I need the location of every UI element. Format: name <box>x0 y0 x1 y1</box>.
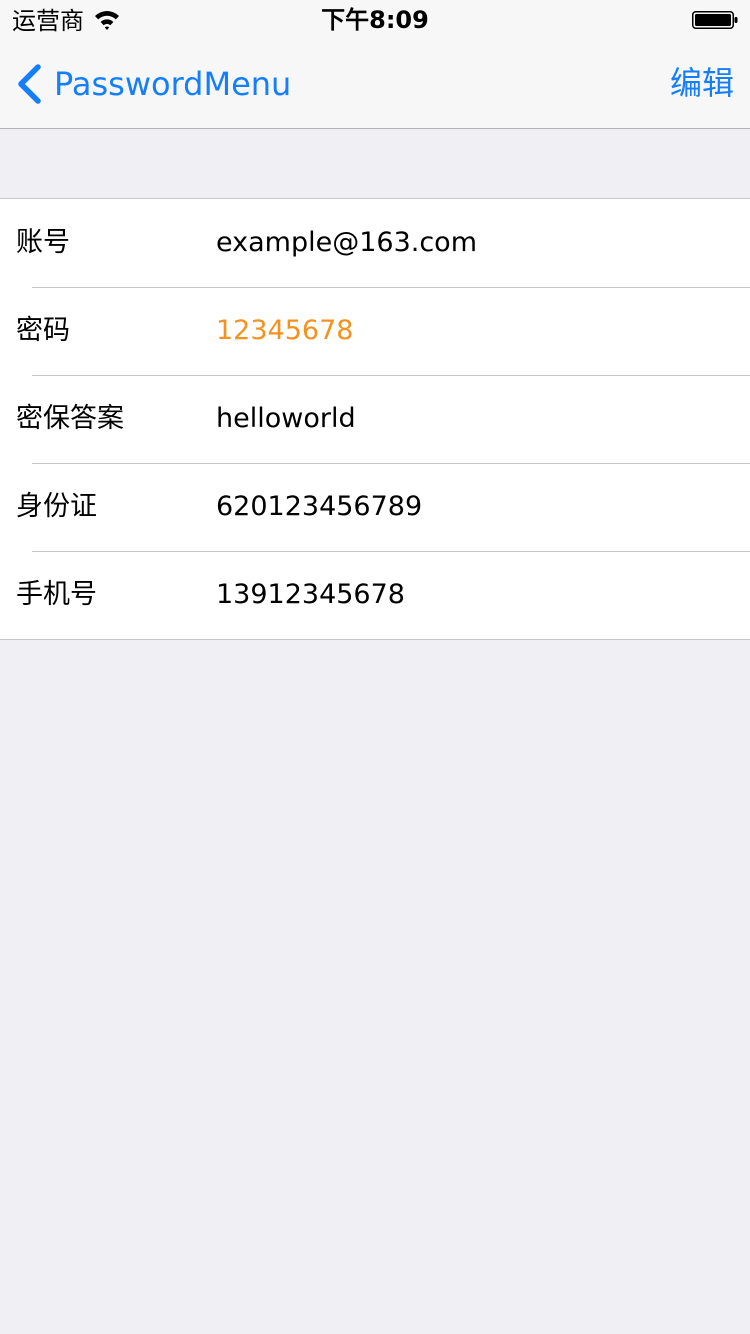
password-value: 12345678 <box>216 315 354 346</box>
navigation-bar: PasswordMenu 编辑 <box>0 40 750 129</box>
row-value: example@163.com <box>216 227 477 258</box>
table-row-account[interactable]: 账号 example@163.com <box>0 199 750 287</box>
table-row-security-answer[interactable]: 密保答案 helloworld <box>0 375 750 463</box>
row-label: 密保答案 <box>16 403 124 434</box>
table-row-id-card[interactable]: 身份证 620123456789 <box>0 463 750 551</box>
back-button[interactable]: PasswordMenu <box>54 64 291 104</box>
status-bar: 运营商 下午8:09 <box>0 0 750 40</box>
row-label: 手机号 <box>16 579 97 610</box>
row-label: 身份证 <box>16 491 97 522</box>
row-label: 密码 <box>16 315 70 346</box>
chevron-left-icon[interactable] <box>16 64 42 104</box>
row-label: 账号 <box>16 227 70 258</box>
table-row-password[interactable]: 密码 12345678 <box>0 287 750 375</box>
status-time: 下午8:09 <box>321 6 429 34</box>
row-value: 13912345678 <box>216 579 405 610</box>
battery-full-icon <box>692 11 738 29</box>
table-row-phone[interactable]: 手机号 13912345678 <box>0 551 750 639</box>
row-value: 620123456789 <box>216 491 423 522</box>
row-value: helloworld <box>216 403 356 434</box>
edit-button[interactable]: 编辑 <box>670 62 734 104</box>
account-detail-table: 账号 example@163.com 密码 12345678 密保答案 hell… <box>0 198 750 640</box>
